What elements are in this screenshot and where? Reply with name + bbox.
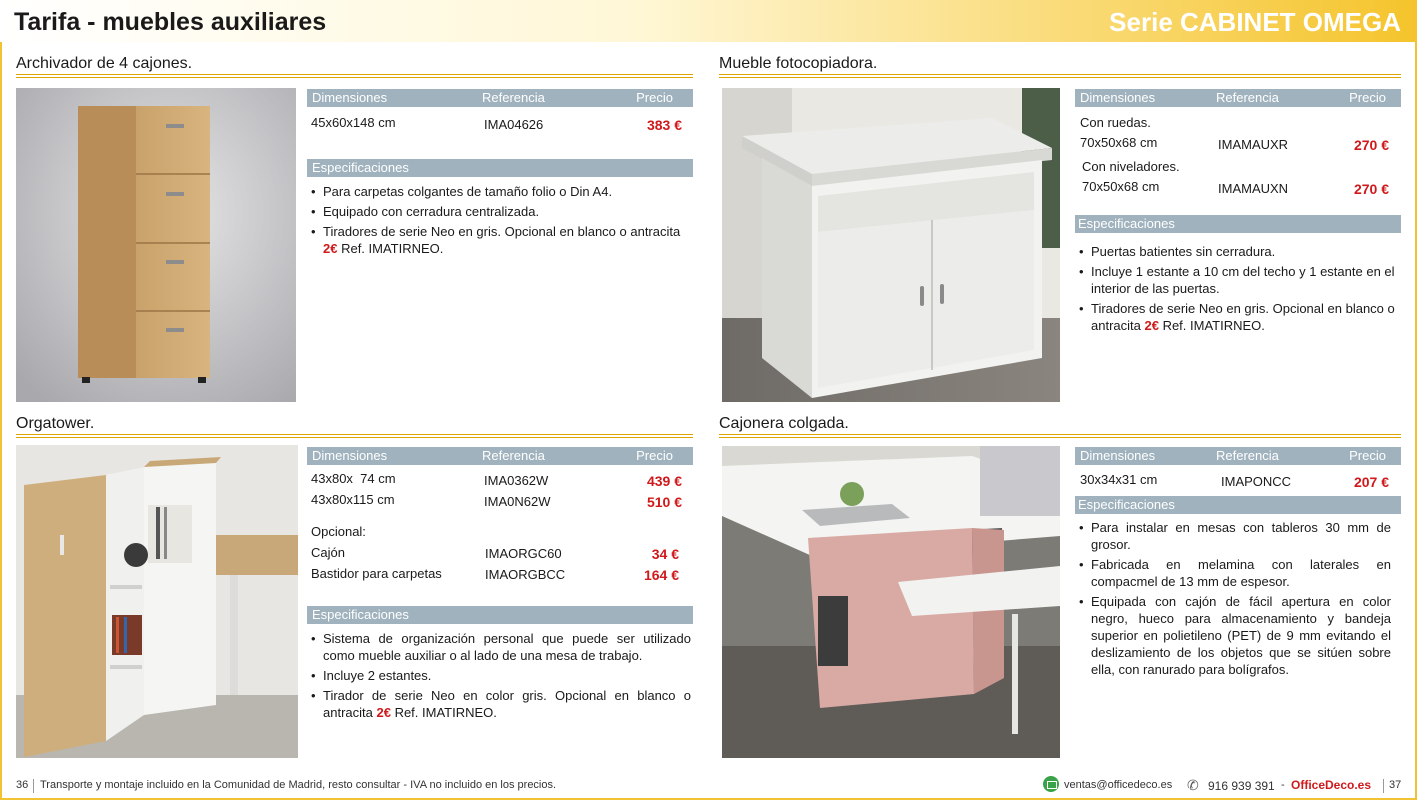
spec-item: Incluye 1 estante a 10 cm del techo y 1 … — [1079, 263, 1395, 297]
col-referencia: Referencia — [1216, 448, 1279, 463]
specs-list-orgatower: Sistema de organización personal que pue… — [311, 630, 691, 724]
footer-brand[interactable]: OfficeDeco.es — [1291, 778, 1371, 792]
specs-header-fotocopiadora: Especificaciones — [1075, 215, 1401, 233]
price-cell: 383 € — [646, 117, 682, 133]
specs-heading: Especificaciones — [312, 160, 409, 175]
col-dimensiones: Dimensiones — [1080, 448, 1156, 463]
specs-heading: Especificaciones — [312, 607, 409, 622]
col-dimensiones: Dimensiones — [312, 448, 388, 463]
price-cell: 34 € — [651, 546, 679, 562]
specs-header-archivador: Especificaciones — [307, 159, 693, 177]
price-cell: 439 € — [646, 473, 682, 489]
section-title-cajonera: Cajonera colgada. — [719, 415, 849, 432]
page-title: Tarifa - muebles auxiliares — [14, 8, 327, 36]
section-rule — [719, 434, 1401, 438]
dim-cell: 43x80x 74 cm — [311, 471, 396, 486]
table-header-orgatower: Dimensiones Referencia Precio — [307, 447, 693, 465]
dim-cell: 30x34x31 cm — [1080, 472, 1158, 487]
footer-email[interactable]: ventas@officedeco.es — [1064, 779, 1172, 791]
price-cell: 510 € — [646, 494, 682, 510]
table-header-cajonera: Dimensiones Referencia Precio — [1075, 447, 1401, 465]
spec-item: Tiradores de serie Neo en gris. Opcional… — [311, 223, 681, 257]
section-title-orgatower: Orgatower. — [16, 415, 95, 432]
col-precio: Precio — [636, 90, 673, 105]
dim-cell: 45x60x148 cm — [311, 115, 396, 130]
specs-heading: Especificaciones — [1078, 497, 1175, 512]
price-cell: 207 € — [1353, 474, 1389, 490]
variant-label: Con niveladores. — [1082, 159, 1180, 174]
ref-cell: IMA0362W — [484, 473, 549, 488]
page-header: Tarifa - muebles auxiliares Serie CABINE… — [0, 0, 1417, 42]
spec-item: Incluye 2 estantes. — [311, 667, 691, 684]
footer-phone: 916 939 391 — [1208, 779, 1275, 793]
phone-icon: ✆ — [1187, 777, 1199, 793]
spec-item: Equipada con cajón de fácil apertura en … — [1079, 593, 1391, 678]
spec-item: Para instalar en mesas con tableros 30 m… — [1079, 519, 1391, 553]
section-rule — [719, 74, 1401, 78]
spec-item: Tiradores de serie Neo en gris. Opcional… — [1079, 300, 1395, 334]
ref-cell: IMAORGBCC — [485, 567, 566, 582]
col-referencia: Referencia — [482, 90, 545, 105]
col-referencia: Referencia — [1216, 90, 1279, 105]
product-photo-orgatower — [16, 445, 298, 758]
spec-item: Puertas batientes sin cerradura. — [1079, 243, 1395, 260]
dim-cell: 43x80x115 cm — [311, 492, 395, 507]
optional-label: Opcional: — [311, 524, 366, 539]
dim-cell: Bastidor para carpetas — [311, 566, 442, 581]
ref-cell: IMA0N62W — [484, 494, 551, 509]
specs-header-cajonera: Especificaciones — [1075, 496, 1401, 514]
product-photo-archivador — [16, 88, 296, 402]
footer-divider — [33, 779, 34, 793]
table-header-archivador: Dimensiones Referencia Precio — [307, 89, 693, 107]
dim-cell: Cajón — [311, 545, 345, 560]
footer-note: Transporte y montaje incluido en la Comu… — [40, 779, 557, 791]
ref-cell: IMAMAUXN — [1218, 181, 1289, 196]
variant-label: Con ruedas. — [1080, 115, 1151, 130]
spec-item: Equipado con cerradura centralizada. — [311, 203, 681, 220]
page-footer: 36 Transporte y montaje incluido en la C… — [0, 774, 1417, 798]
email-icon — [1043, 776, 1059, 792]
ref-cell: IMA04626 — [484, 117, 544, 132]
ref-cell: IMAPONCC — [1221, 474, 1292, 489]
ref-cell: IMAORGC60 — [485, 546, 562, 561]
col-dimensiones: Dimensiones — [1080, 90, 1156, 105]
col-referencia: Referencia — [482, 448, 545, 463]
section-rule — [16, 434, 693, 438]
col-precio: Precio — [636, 448, 673, 463]
page-number-left: 36 — [16, 779, 29, 791]
price-cell: 270 € — [1353, 137, 1389, 153]
specs-heading: Especificaciones — [1078, 216, 1175, 231]
col-precio: Precio — [1349, 90, 1386, 105]
price-cell: 270 € — [1353, 181, 1389, 197]
spec-item: Tirador de serie Neo en color gris. Opci… — [311, 687, 691, 721]
specs-list-cajonera: Para instalar en mesas con tableros 30 m… — [1079, 519, 1391, 681]
ref-cell: IMAMAUXR — [1218, 137, 1289, 152]
spec-item: Sistema de organización personal que pue… — [311, 630, 691, 664]
footer-dash: - — [1281, 779, 1285, 791]
product-photo-fotocopiadora — [722, 88, 1060, 402]
spec-item: Para carpetas colgantes de tamaño folio … — [311, 183, 681, 200]
spec-item: Fabricada en melamina con laterales en c… — [1079, 556, 1391, 590]
section-title-fotocopiadora: Mueble fotocopiadora. — [719, 55, 878, 72]
dim-cell: 70x50x68 cm — [1080, 135, 1158, 150]
section-title-archivador: Archivador de 4 cajones. — [16, 55, 193, 72]
page-number-right: 37 — [1389, 779, 1402, 791]
product-photo-cajonera — [722, 446, 1060, 758]
specs-list-archivador: Para carpetas colgantes de tamaño folio … — [311, 183, 681, 260]
series-title: Serie CABINET OMEGA — [1109, 7, 1401, 37]
col-dimensiones: Dimensiones — [312, 90, 388, 105]
footer-divider — [1383, 779, 1384, 793]
price-cell: 164 € — [643, 567, 679, 583]
specs-list-fotocopiadora: Puertas batientes sin cerradura. Incluye… — [1079, 243, 1395, 337]
section-rule — [16, 74, 693, 78]
dim-cell: 70x50x68 cm — [1082, 179, 1160, 194]
table-header-fotocopiadora: Dimensiones Referencia Precio — [1075, 89, 1401, 107]
specs-header-orgatower: Especificaciones — [307, 606, 693, 624]
col-precio: Precio — [1349, 448, 1386, 463]
